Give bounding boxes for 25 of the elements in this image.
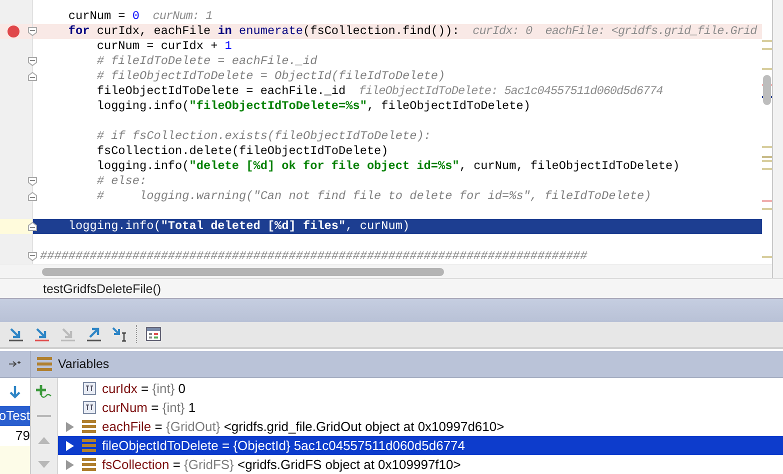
variable-row[interactable]: curIdx = {int} 0 (58, 379, 783, 398)
breadcrumb[interactable]: testGridfsDeleteFile() (43, 282, 162, 296)
panel-title: Variables (58, 356, 110, 371)
code-line: # logging.warning("Can not find file to delete for id=%s", fileIdToDelete) (96, 189, 652, 204)
variable-text: curNum = {int} 1 (102, 400, 196, 415)
code-line: ############################################################################# (39, 249, 588, 264)
variable-row[interactable]: curNum = {int} 1 (58, 398, 783, 417)
code-line: curNum = 0 curNum: 1 (67, 9, 214, 24)
frame-item[interactable]: 79 (0, 426, 30, 446)
variable-row[interactable]: fileObjectIdToDelete = {ObjectId} 5ac1c04557511d060d5d6774 (58, 436, 783, 455)
code-line: logging.info("delete [%d] ok for file object id=%s", curNum, fileObjectIdToDelete) (96, 159, 681, 174)
code-line: # fileIdToDelete = eachFile._id (96, 54, 318, 69)
variable-text: eachFile = {GridOut} <gridfs.grid_file.GridOut object at 0x10997d610> (102, 419, 504, 434)
code-line: fsCollection.delete(fileObjectIdToDelete) (96, 144, 390, 159)
variable-text: curIdx = {int} 0 (102, 381, 186, 396)
code-line: logging.info("fileObjectIdToDelete=%s", fileObjectIdToDelete) (96, 99, 532, 114)
variable-row[interactable]: fsCollection = {GridFS} <gridfs.GridFS object at 0x109997f10> (58, 455, 783, 474)
code-line: curNum = curIdx + 1 (96, 39, 233, 54)
code-line: # else: (96, 174, 148, 189)
variable-text: fileObjectIdToDelete = {ObjectId} 5ac1c04557511d060d5d6774 (102, 438, 466, 453)
variable-text: fsCollection = {GridFS} <gridfs.GridFS object at 0x109997f10> (102, 457, 461, 472)
variable-row[interactable]: eachFile = {GridOut} <gridfs.grid_file.GridOut object at 0x10997d610> (58, 417, 783, 436)
code-line: # if fsCollection.exists(fileObjectIdToDelete): (96, 129, 432, 144)
code-line: fileObjectIdToDelete = eachFile._id fileObjectIdToDelete: 5ac1c04557511d060d5d6774 (96, 84, 664, 99)
code-line: # fileObjectIdToDelete = ObjectId(fileIdToDelete) (96, 69, 446, 84)
